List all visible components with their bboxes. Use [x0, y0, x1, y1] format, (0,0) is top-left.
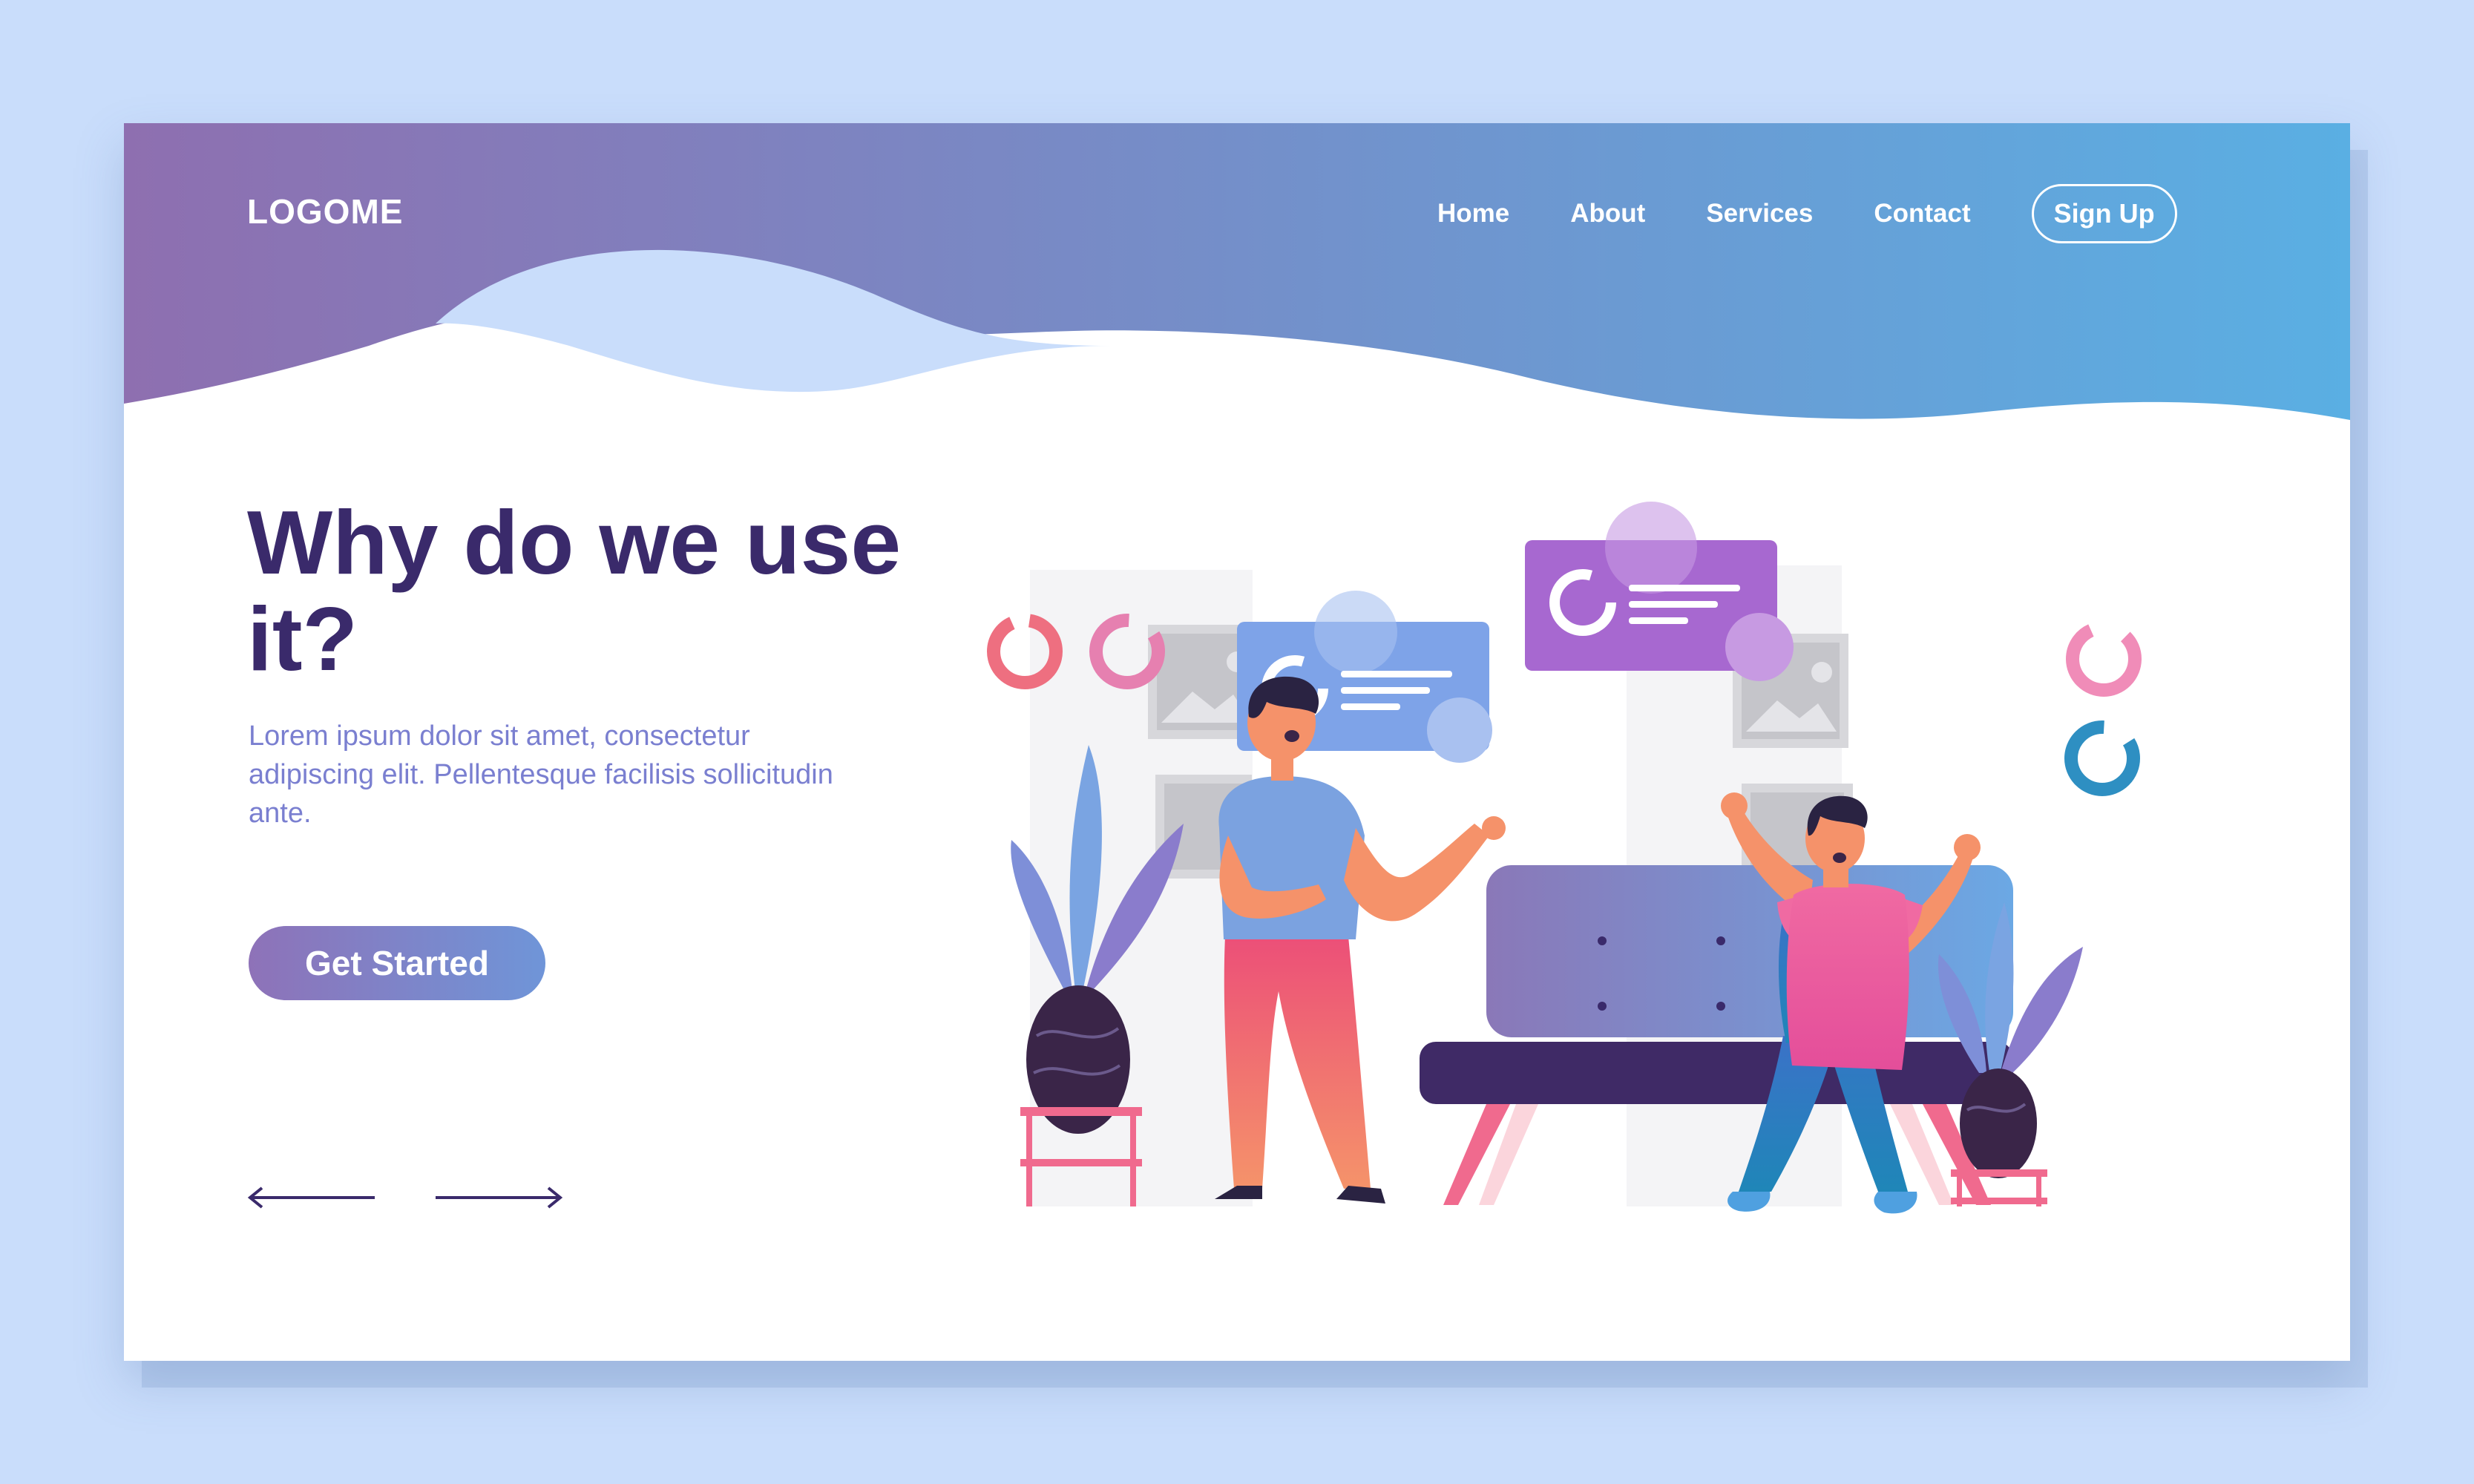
hero-illustration — [987, 502, 2142, 1214]
chat-card-purple — [1525, 502, 1794, 681]
landing-page-card: LOGOME Home About Services Contact Sign … — [124, 123, 2350, 1361]
donut-ring-icon — [2066, 621, 2142, 697]
donut-ring-icon — [2064, 720, 2140, 796]
